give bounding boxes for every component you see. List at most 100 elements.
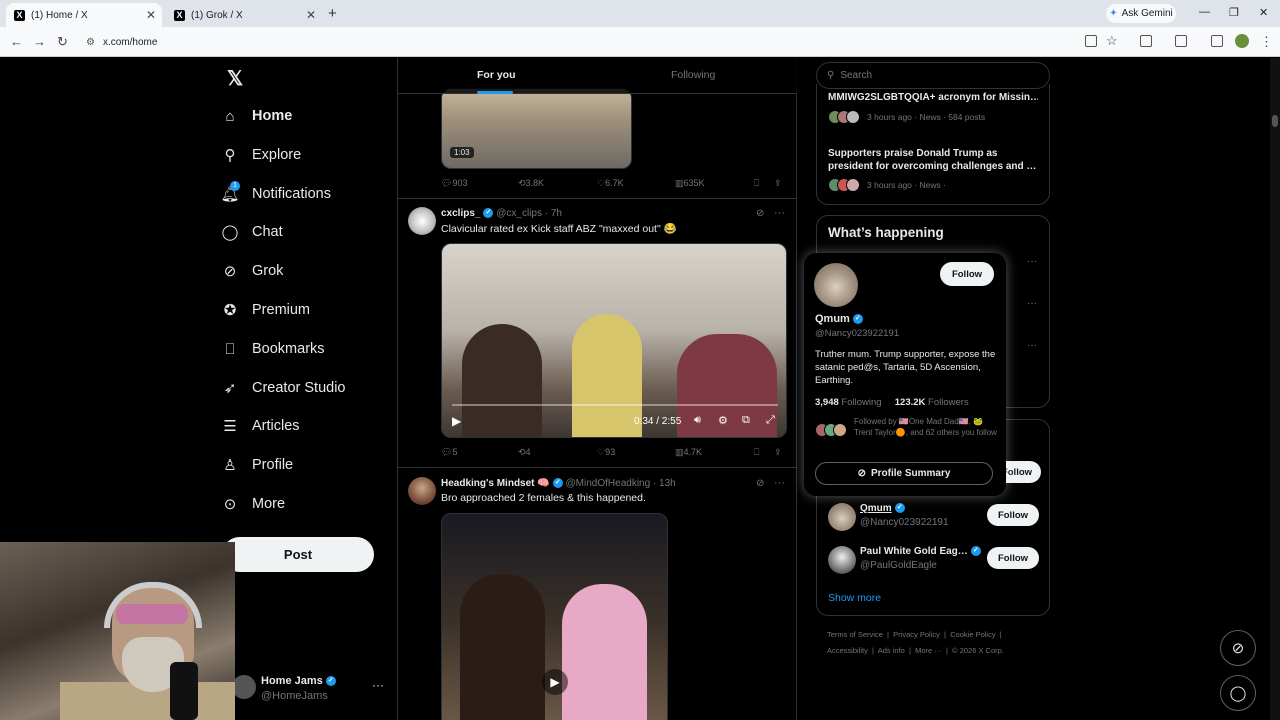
more-icon[interactable]: ··· [774, 477, 785, 489]
nav-profile[interactable]: ♙ Profile [222, 450, 293, 480]
play-icon[interactable]: ▶ [542, 669, 568, 695]
avatar[interactable] [408, 477, 436, 505]
close-tab-icon[interactable]: ✕ [146, 8, 156, 22]
footer-link[interactable]: Ads info [878, 646, 905, 655]
avatar[interactable] [828, 546, 856, 574]
show-more-link[interactable]: Show more [828, 592, 881, 604]
forward-icon[interactable]: → [33, 34, 46, 49]
reload-icon[interactable]: ↻ [57, 34, 68, 50]
account-switcher[interactable]: Home Jams ✓ @HomeJams ··· [232, 670, 392, 710]
trend-title[interactable]: MMIWG2SLGBTQQIA+ acronym for Missin… [828, 92, 1038, 103]
footer-link[interactable]: Accessibility [827, 646, 868, 655]
extensions-icon[interactable] [1140, 35, 1152, 47]
tweet-video[interactable]: 1:03 [441, 88, 632, 169]
tweet-author[interactable]: Headking's Mindset 🧠 ✓ @MindOfHeadking · … [441, 478, 676, 489]
avatar[interactable] [814, 263, 858, 307]
profile-name[interactable]: Qmum ✓ [815, 313, 863, 325]
views-button[interactable]: ▥ 4.7K [675, 447, 702, 458]
profile-summary-button[interactable]: ⊘ Profile Summary [815, 462, 993, 485]
tab-for-you[interactable]: For you [477, 69, 516, 81]
follow-button[interactable]: Follow [940, 262, 994, 286]
ask-gemini-button[interactable]: ✦ Ask Gemini [1106, 4, 1176, 23]
grok-floating-button[interactable]: ⊘ [1220, 630, 1256, 666]
close-tab-icon[interactable]: ✕ [306, 8, 316, 22]
trend-title[interactable]: Supporters praise Donald Trump as presid… [828, 147, 1038, 173]
sidebar-icon[interactable] [1175, 35, 1187, 47]
share-icon[interactable]: ⇪ [774, 178, 782, 189]
settings-icon[interactable]: ⚙ [718, 414, 728, 427]
share-icon[interactable]: ⇪ [774, 447, 782, 458]
fullscreen-icon[interactable]: ⤢ [766, 414, 775, 427]
more-icon[interactable]: ··· [1027, 256, 1037, 267]
browser-menu-icon[interactable]: ⋮ [1260, 34, 1273, 50]
new-tab-icon[interactable]: + [328, 5, 337, 22]
minimize-icon[interactable]: — [1199, 6, 1210, 18]
follow-button[interactable]: Follow [987, 504, 1039, 526]
suggested-user-name[interactable]: Qmum ✓ [860, 503, 905, 514]
more-icon[interactable]: ··· [1027, 340, 1037, 351]
tab-following[interactable]: Following [671, 69, 715, 81]
chat-floating-button[interactable]: ◯ [1220, 675, 1256, 711]
tweet-text: Bro approached 2 females & this happened… [441, 492, 646, 504]
nav-more[interactable]: ⊙ More [222, 489, 285, 519]
profile-avatar-icon[interactable] [1235, 34, 1249, 48]
bookmark-star-icon[interactable]: ☆ [1106, 33, 1118, 49]
url-field[interactable]: ⚙ x.com/home [80, 31, 1080, 53]
nav-articles[interactable]: ☰ Articles [222, 411, 299, 441]
nav-chat[interactable]: ◯ Chat [222, 217, 283, 247]
bookmark-icon[interactable]: ⎕ [754, 178, 759, 189]
nav-bookmarks[interactable]: ⎕ Bookmarks [222, 334, 324, 364]
footer-link[interactable]: Terms of Service [827, 630, 883, 639]
repost-button[interactable]: ⟲ 3.8K [518, 178, 544, 189]
nav-home[interactable]: ⌂ Home [222, 101, 292, 131]
footer-link[interactable]: Privacy Policy [893, 630, 940, 639]
repost-button[interactable]: ⟲ 4 [518, 447, 531, 458]
avatar[interactable] [828, 503, 856, 531]
views-button[interactable]: ▥ 635K [675, 178, 705, 189]
like-button[interactable]: ♡ 6.7K [597, 178, 624, 189]
nav-grok[interactable]: ⊘ Grok [222, 256, 284, 286]
scrollbar-thumb[interactable] [1272, 115, 1278, 127]
avatar[interactable] [408, 207, 436, 235]
pip-icon[interactable]: ⧉ [742, 414, 750, 427]
tab-search-icon[interactable] [1211, 35, 1223, 47]
tweet-video[interactable]: ▶ 0:34 / 2:55 🔊︎ ⚙ ⧉ ⤢ [441, 243, 787, 438]
video-progress-bar[interactable] [452, 404, 778, 406]
nav-explore[interactable]: ⚲ Explore [222, 140, 302, 170]
reply-button[interactable]: 💬︎ 5 [441, 447, 457, 458]
post-button[interactable]: Post [222, 537, 374, 572]
bookmark-icon[interactable]: ⎕ [754, 447, 759, 458]
chat-icon: ◯ [1229, 685, 1247, 702]
more-icon[interactable]: ··· [1027, 298, 1037, 309]
site-info-icon[interactable]: ⚙ [86, 37, 95, 48]
back-icon[interactable]: ← [10, 34, 23, 49]
grok-icon[interactable]: ⊘ [756, 208, 764, 219]
browser-tab-grok[interactable]: X (1) Grok / X ✕ [166, 3, 322, 27]
close-window-icon[interactable]: ✕ [1259, 6, 1268, 19]
reply-button[interactable]: 💬︎ 903 [441, 178, 467, 189]
restore-icon[interactable]: ❐ [1229, 6, 1239, 19]
footer-link[interactable]: More ··· [915, 646, 942, 655]
volume-icon[interactable]: 🔊︎ [694, 414, 701, 427]
follow-button[interactable]: Follow [987, 547, 1039, 569]
nav-premium[interactable]: ✪ Premium [222, 295, 310, 325]
play-icon[interactable]: ▶ [452, 414, 461, 428]
grok-icon[interactable]: ⊘ [756, 478, 764, 489]
x-logo-icon[interactable]: 𝕏 [227, 66, 243, 91]
more-icon[interactable]: ··· [774, 207, 785, 219]
following-count[interactable]: 3,948 Following [815, 397, 882, 408]
like-button[interactable]: ♡ 93 [597, 447, 615, 458]
install-app-icon[interactable] [1085, 35, 1097, 47]
nav-notifications[interactable]: 🔔︎ 1 Notifications [220, 179, 331, 209]
browser-tab-home[interactable]: X (1) Home / X ✕ [6, 3, 162, 27]
followed-by-text[interactable]: Followed by 🇺🇸One Mad Dad🇺🇸, 🐸Trent Tayl… [854, 417, 999, 438]
suggested-user-name[interactable]: Paul White Gold Eag… ✓ [860, 546, 981, 557]
more-icon[interactable]: ··· [372, 678, 384, 692]
footer-link[interactable]: Cookie Policy [950, 630, 995, 639]
page-scrollbar[interactable] [1270, 58, 1280, 720]
nav-creator-studio[interactable]: ➶ Creator Studio [222, 373, 346, 403]
followers-count[interactable]: 123.2K Followers [895, 397, 969, 408]
tweet-video[interactable]: ▶ [441, 513, 668, 720]
tweet-time: · 7h [544, 208, 562, 219]
tweet-author[interactable]: cxclips_ ✓ @cx_clips · 7h [441, 208, 562, 219]
